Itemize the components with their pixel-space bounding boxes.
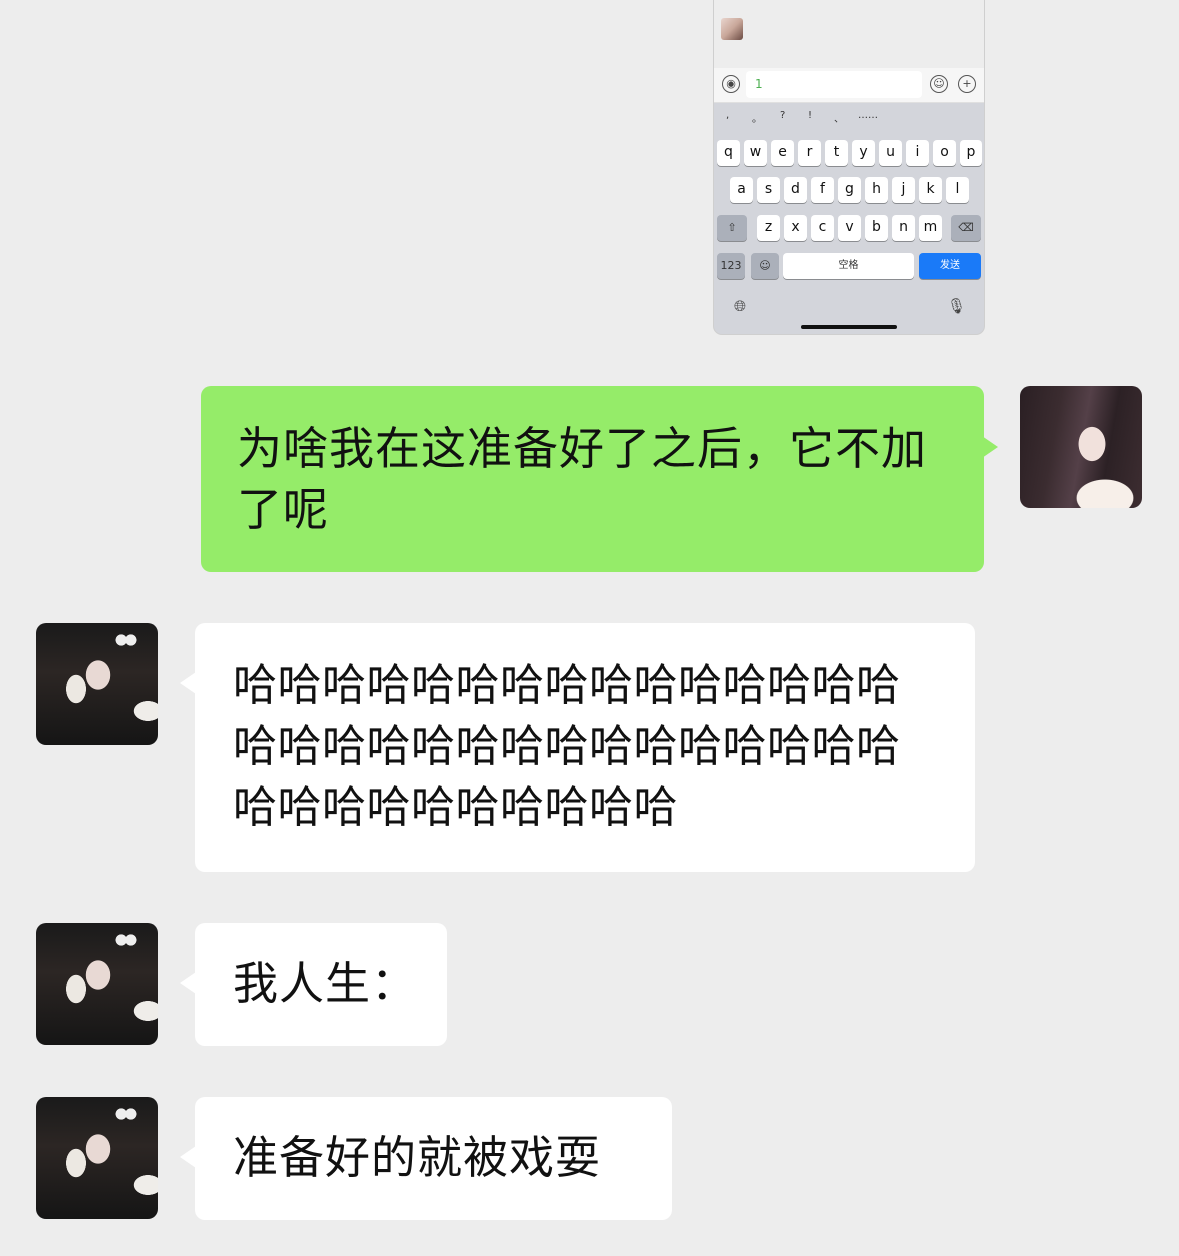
embedded-chat-area <box>714 0 984 68</box>
message-bubble-received[interactable]: 准备好的就被戏耍 <box>195 1097 672 1220</box>
send-key[interactable]: 发送 <box>919 253 981 279</box>
key[interactable]: k <box>919 177 942 203</box>
punct-key[interactable]: ? <box>780 110 785 121</box>
key[interactable]: m <box>919 215 942 241</box>
bow-decoration <box>114 933 138 947</box>
punct-key[interactable]: …… <box>858 110 878 121</box>
keyboard-row-1: q w e r t y u i o p <box>714 140 984 167</box>
key[interactable]: o <box>933 140 956 166</box>
punct-key[interactable]: 、 <box>834 110 844 125</box>
home-indicator <box>801 325 897 329</box>
key[interactable]: v <box>838 215 861 241</box>
key[interactable]: u <box>879 140 902 166</box>
message-bubble-received[interactable]: 哈哈哈哈哈哈哈哈哈哈哈哈哈哈哈哈哈哈哈哈哈哈哈哈哈哈哈哈哈哈哈哈哈哈哈哈哈哈哈哈 <box>195 623 975 872</box>
backspace-key[interactable]: ⌫ <box>951 215 981 241</box>
keyboard-row-2: a s d f g h j k l <box>714 177 984 204</box>
globe-icon[interactable]: 🌐︎ <box>734 297 746 315</box>
key[interactable]: d <box>784 177 807 203</box>
emoji-icon[interactable]: ☺ <box>930 75 948 93</box>
keyboard-row-4: 123 ☺ 空格 发送 <box>714 253 984 280</box>
message-bubble-sent[interactable]: 为啥我在这准备好了之后，它不加了呢 <box>201 386 984 572</box>
key[interactable]: w <box>744 140 767 166</box>
key[interactable]: g <box>838 177 861 203</box>
plus-icon[interactable]: + <box>958 75 976 93</box>
key[interactable]: x <box>784 215 807 241</box>
key[interactable]: e <box>771 140 794 166</box>
key[interactable]: t <box>825 140 848 166</box>
key[interactable]: h <box>865 177 888 203</box>
key[interactable]: i <box>906 140 929 166</box>
my-avatar[interactable] <box>1020 386 1142 508</box>
key[interactable]: z <box>757 215 780 241</box>
bow-decoration <box>114 1107 138 1121</box>
embedded-message-input[interactable]: 1 <box>746 71 922 98</box>
key[interactable]: s <box>757 177 780 203</box>
embedded-input-bar: ◉ 1 ☺ + <box>714 68 984 103</box>
emoji-key-icon[interactable]: ☺ <box>751 253 779 279</box>
message-bubble-received[interactable]: 我人生： <box>195 923 447 1046</box>
space-key[interactable]: 空格 <box>783 253 914 279</box>
key[interactable]: r <box>798 140 821 166</box>
punct-key[interactable]: , <box>726 110 729 121</box>
key[interactable]: y <box>852 140 875 166</box>
voice-icon[interactable]: ◉ <box>722 75 740 93</box>
bubble-tail <box>180 672 196 694</box>
punct-key[interactable]: 。 <box>752 110 762 125</box>
contact-avatar[interactable] <box>36 923 158 1045</box>
key[interactable]: q <box>717 140 740 166</box>
numbers-key[interactable]: 123 <box>717 253 745 279</box>
key[interactable]: b <box>865 215 888 241</box>
contact-avatar[interactable] <box>36 623 158 745</box>
bow-decoration <box>114 633 138 647</box>
key[interactable]: l <box>946 177 969 203</box>
key[interactable]: n <box>892 215 915 241</box>
key[interactable]: a <box>730 177 753 203</box>
embedded-avatar <box>721 18 743 40</box>
punctuation-row: , 。 ? ! 、 …… <box>714 110 984 128</box>
key[interactable]: p <box>960 140 982 166</box>
contact-avatar[interactable] <box>36 1097 158 1219</box>
bubble-tail <box>982 436 998 458</box>
punct-key[interactable]: ! <box>808 110 812 121</box>
microphone-icon[interactable]: 🎙︎ <box>947 297 966 315</box>
key[interactable]: c <box>811 215 834 241</box>
key[interactable]: j <box>892 177 915 203</box>
embedded-screenshot: ◉ 1 ☺ + , 。 ? ! 、 …… q w e r t y u i o p… <box>714 0 984 334</box>
bubble-tail <box>180 1146 196 1168</box>
bubble-tail <box>180 972 196 994</box>
keyboard-row-3: ⇧ z x c v b n m ⌫ <box>714 215 984 242</box>
key[interactable]: f <box>811 177 834 203</box>
shift-key[interactable]: ⇧ <box>717 215 747 241</box>
